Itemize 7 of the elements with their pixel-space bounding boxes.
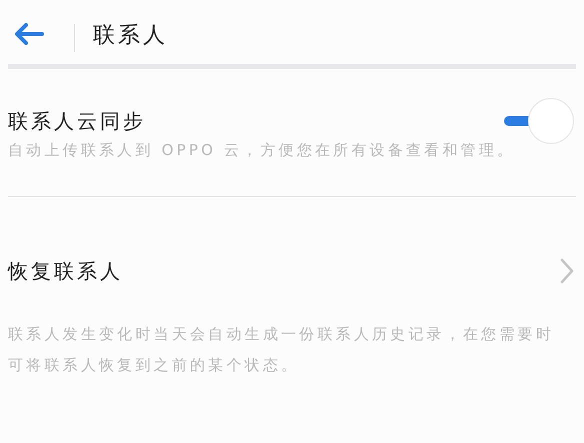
setting-description: 联系人发生变化时当天会自动生成一份联系人历史记录，在您需要时可将联系人恢复到之前的某个状态。 xyxy=(7,324,555,376)
back-arrow-icon xyxy=(14,23,44,45)
setting-description: 自动上传联系人到 OPPO 云，方便您在所有设备查看和管理。 xyxy=(7,140,516,161)
page-title: 联系人 xyxy=(93,22,168,50)
toggle-switch[interactable] xyxy=(502,98,574,144)
setting-label: 恢复联系人 xyxy=(8,258,123,285)
setting-label: 联系人云同步 xyxy=(8,108,146,135)
